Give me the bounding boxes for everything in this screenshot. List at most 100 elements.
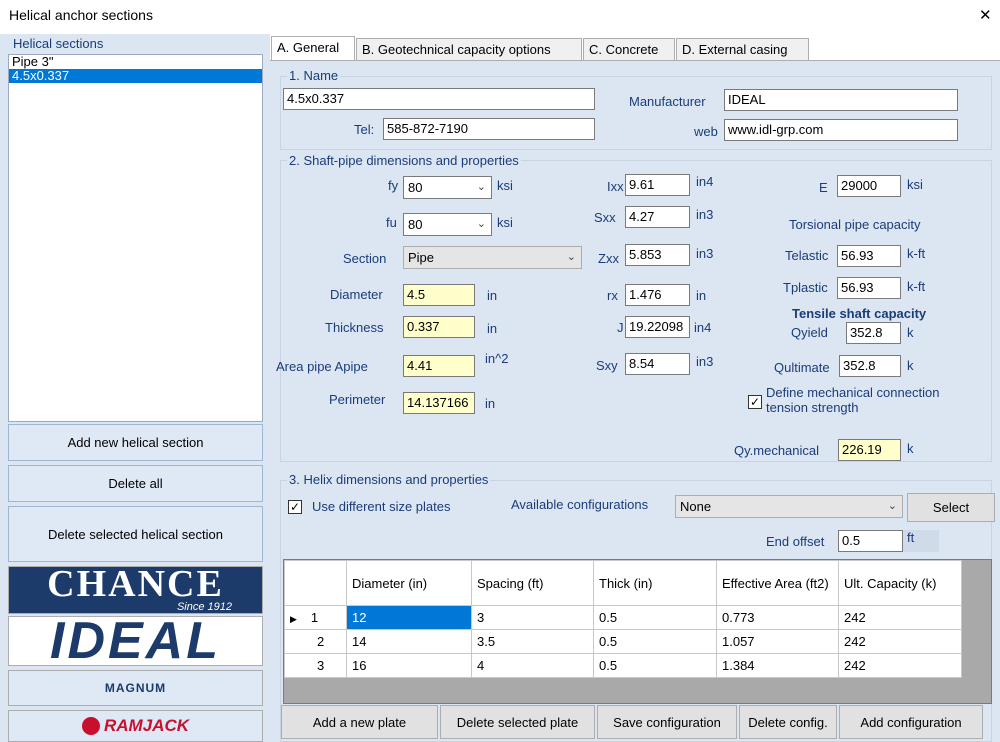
tplastic-label: Tplastic	[783, 280, 828, 295]
delete-selected-plate-button[interactable]: Delete selected plate	[440, 705, 595, 739]
delete-selected-helical-section-button[interactable]: Delete selected helical section	[8, 506, 263, 562]
table-row[interactable]: ▶ 1 12 3 0.5 0.773 242	[284, 605, 962, 630]
column-header[interactable]: Spacing (ft)	[471, 560, 594, 606]
plates-table-container[interactable]: Diameter (in) Spacing (ft) Thick (in) Ef…	[283, 559, 992, 704]
e-label: E	[819, 180, 828, 195]
magnum-logo: MAGNUM	[8, 670, 263, 706]
save-configuration-button[interactable]: Save configuration	[597, 705, 737, 739]
fu-label: fu	[386, 215, 397, 230]
manufacturer-label: Manufacturer	[629, 94, 706, 109]
table-cell[interactable]: 0.5	[593, 653, 717, 678]
fu-unit: ksi	[497, 215, 513, 230]
table-row[interactable]: 3 16 4 0.5 1.384 242	[284, 653, 962, 678]
table-cell[interactable]: 242	[838, 629, 962, 654]
select-configuration-button[interactable]: Select	[907, 493, 995, 522]
table-cell[interactable]: 1.384	[716, 653, 839, 678]
qultimate-label: Qultimate	[774, 360, 830, 375]
area-input[interactable]: 4.41	[403, 355, 475, 377]
thickness-unit: in	[487, 321, 498, 336]
column-header[interactable]: Effective Area (ft2)	[716, 560, 839, 606]
section-label: Section	[343, 251, 387, 266]
area-unit: in^2	[485, 351, 509, 366]
section-name-input[interactable]: 4.5x0.337	[283, 88, 595, 110]
qyield-input[interactable]: 352.8	[846, 322, 901, 344]
row-header[interactable]: ▶ 1	[284, 605, 347, 630]
helical-sections-list[interactable]: Pipe 3" 4.5x0.337	[8, 54, 263, 422]
sxy-input[interactable]: 8.54	[625, 353, 690, 375]
row-header[interactable]: 3	[284, 653, 347, 678]
ixx-input[interactable]: 9.61	[625, 174, 690, 196]
table-cell[interactable]: 16	[346, 653, 472, 678]
tel-input[interactable]: 585-872-7190	[383, 118, 595, 140]
telastic-input[interactable]: 56.93	[837, 245, 901, 267]
sxy-unit: in3	[696, 354, 714, 369]
tab-concrete[interactable]: C. Concrete	[583, 38, 675, 60]
column-header[interactable]: Thick (in)	[593, 560, 717, 606]
perimeter-input[interactable]: 14.137166	[403, 392, 475, 414]
table-cell[interactable]: 242	[838, 653, 962, 678]
table-cell-selected[interactable]: 12	[346, 605, 472, 630]
table-cell[interactable]: 0.773	[716, 605, 839, 630]
tab-general[interactable]: A. General	[271, 36, 355, 60]
list-item[interactable]: Pipe 3"	[9, 55, 262, 69]
delete-all-button[interactable]: Delete all	[8, 465, 263, 502]
table-cell[interactable]: 0.5	[593, 605, 717, 630]
fu-select[interactable]: 80 ⌄	[403, 213, 492, 236]
rx-input[interactable]: 1.476	[625, 284, 690, 306]
qymech-input[interactable]: 226.19	[838, 439, 901, 461]
zxx-unit: in3	[696, 246, 714, 261]
table-cell[interactable]: 0.5	[593, 629, 717, 654]
list-item-selected[interactable]: 4.5x0.337	[9, 69, 262, 83]
table-row[interactable]: 2 14 3.5 0.5 1.057 242	[284, 629, 962, 654]
table-cell[interactable]: 1.057	[716, 629, 839, 654]
tplastic-unit: k-ft	[907, 279, 926, 294]
fy-select[interactable]: 80 ⌄	[403, 176, 492, 199]
tab-geotechnical[interactable]: B. Geotechnical capacity options	[356, 38, 582, 60]
ideal-logo-text: IDEAL	[50, 616, 221, 666]
web-input[interactable]: www.idl-grp.com	[724, 119, 958, 141]
define-mech-checkbox[interactable]: ✓	[748, 395, 762, 409]
zxx-input[interactable]: 5.853	[625, 244, 690, 266]
use-different-plates-checkbox[interactable]: ✓	[288, 500, 302, 514]
qultimate-input[interactable]: 352.8	[839, 355, 901, 377]
end-offset-input[interactable]: 0.5	[838, 530, 903, 552]
table-cell[interactable]: 242	[838, 605, 962, 630]
table-header-row: Diameter (in) Spacing (ft) Thick (in) Ef…	[284, 560, 962, 606]
section-select[interactable]: Pipe ⌄	[403, 246, 582, 269]
table-cell[interactable]: 3	[471, 605, 594, 630]
tplastic-input[interactable]: 56.93	[837, 277, 901, 299]
j-input[interactable]: 19.22098	[625, 316, 690, 338]
qyield-label: Qyield	[791, 325, 828, 340]
chance-logo-sub: Since 1912	[176, 601, 232, 613]
close-icon[interactable]: ✕	[979, 6, 992, 24]
area-label: Area pipe Apipe	[276, 359, 368, 374]
row-number: 2	[317, 634, 325, 649]
thickness-input[interactable]: 0.337	[403, 316, 475, 338]
diameter-input[interactable]: 4.5	[403, 284, 475, 306]
table-cell[interactable]: 4	[471, 653, 594, 678]
e-input[interactable]: 29000	[837, 175, 901, 197]
manufacturer-input[interactable]: IDEAL	[724, 89, 958, 111]
fy-label: fy	[388, 178, 399, 193]
column-header[interactable]: Ult. Capacity (k)	[838, 560, 962, 606]
rx-label: rx	[607, 288, 618, 303]
chance-logo: CHANCE Since 1912	[8, 566, 263, 614]
add-new-helical-section-button[interactable]: Add new helical section	[8, 424, 263, 461]
available-configurations-select[interactable]: None ⌄	[675, 495, 903, 518]
delete-configuration-button[interactable]: Delete config.	[739, 705, 837, 739]
row-number: 1	[310, 610, 319, 625]
add-new-plate-button[interactable]: Add a new plate	[281, 705, 438, 739]
name-group-title: 1. Name	[287, 68, 341, 83]
telastic-unit: k-ft	[907, 246, 926, 261]
add-configuration-button[interactable]: Add configuration	[839, 705, 983, 739]
qyield-unit: k	[907, 325, 914, 340]
tab-external-casing[interactable]: D. External casing	[676, 38, 809, 60]
table-cell[interactable]: 3.5	[471, 629, 594, 654]
row-number: 3	[317, 658, 325, 673]
sxx-input[interactable]: 4.27	[625, 206, 690, 228]
j-unit: in4	[694, 320, 712, 335]
column-header[interactable]: Diameter (in)	[346, 560, 472, 606]
table-cell[interactable]: 14	[346, 629, 472, 654]
torsional-title: Torsional pipe capacity	[789, 217, 921, 232]
row-header[interactable]: 2	[284, 629, 347, 654]
